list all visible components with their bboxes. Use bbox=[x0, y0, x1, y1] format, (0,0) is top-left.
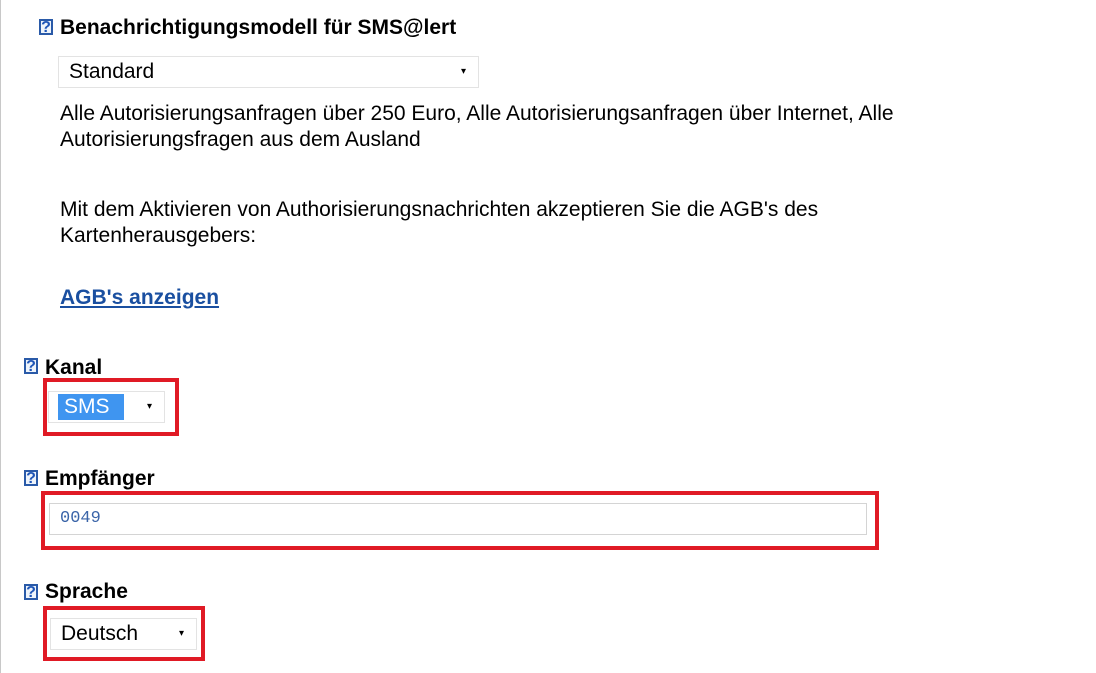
empfaenger-heading: Empfänger bbox=[45, 467, 155, 490]
sprache-heading: Sprache bbox=[45, 580, 128, 603]
kanal-heading: Kanal bbox=[45, 356, 103, 379]
chevron-down-icon: ▾ bbox=[178, 628, 184, 639]
help-icon-kanal[interactable]: ? bbox=[24, 358, 38, 375]
chevron-down-icon: ▾ bbox=[460, 66, 466, 77]
model-select[interactable]: Standard ▾ bbox=[58, 56, 479, 88]
sprache-select-value: Deutsch bbox=[61, 622, 139, 645]
model-description: Alle Autorisierungsanfragen über 250 Eur… bbox=[60, 102, 894, 151]
help-icon-empfaenger[interactable]: ? bbox=[24, 470, 38, 487]
kanal-select[interactable]: SMS ▾ bbox=[48, 391, 165, 423]
left-border bbox=[0, 0, 1, 673]
empfaenger-input[interactable]: 0049 bbox=[49, 503, 867, 535]
agb-link[interactable]: AGB's anzeigen bbox=[60, 286, 219, 310]
kanal-select-value: SMS bbox=[58, 394, 124, 420]
help-icon-model[interactable]: ? bbox=[39, 19, 53, 36]
help-icon-sprache[interactable]: ? bbox=[24, 584, 38, 601]
chevron-down-icon: ▾ bbox=[146, 401, 152, 412]
sprache-select[interactable]: Deutsch ▾ bbox=[50, 618, 197, 650]
agb-notice: Mit dem Aktivieren von Authorisierungsna… bbox=[60, 198, 819, 247]
model-heading: Benachrichtigungsmodell für SMS@lert bbox=[60, 16, 457, 39]
model-select-value: Standard bbox=[69, 60, 155, 83]
